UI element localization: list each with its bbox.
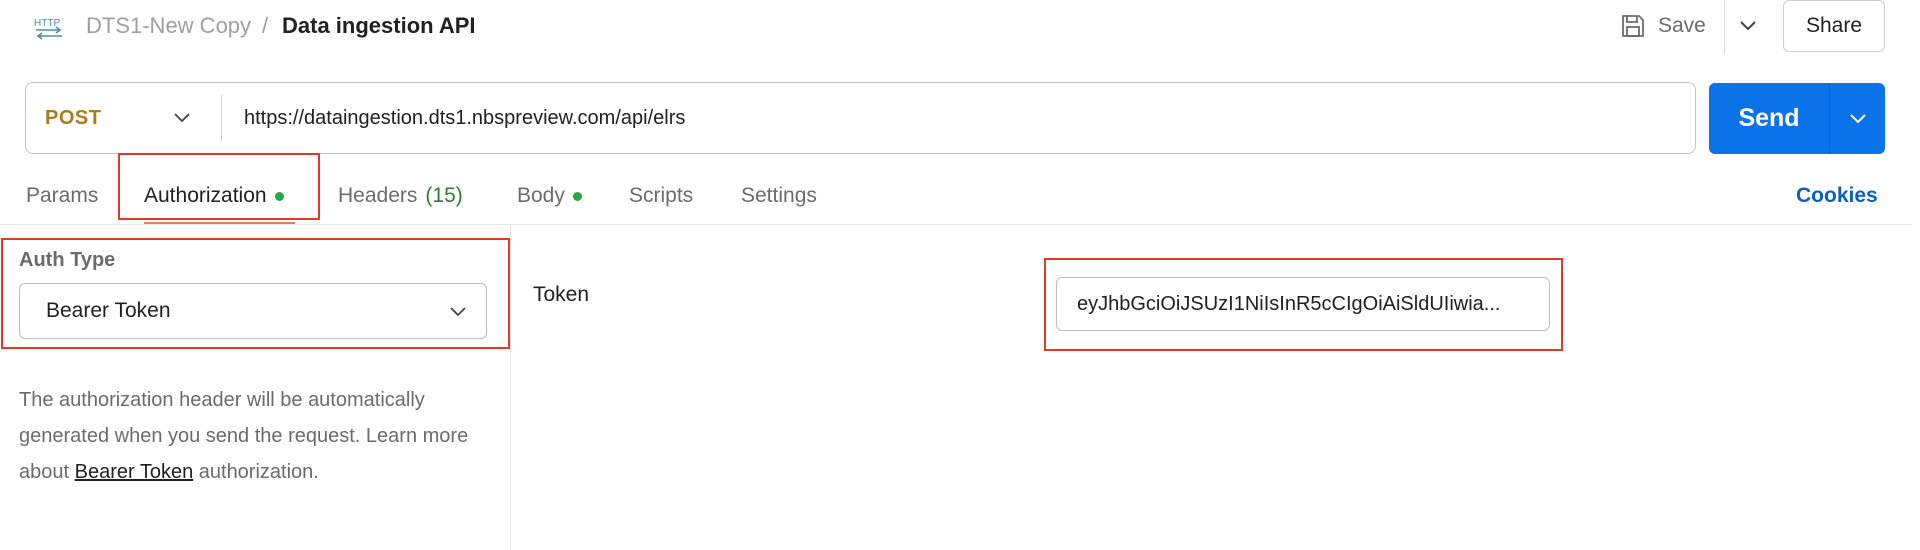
http-icon: HTTP — [34, 18, 62, 40]
method-label: POST — [45, 106, 102, 129]
auth-description: The authorization header will be automat… — [19, 382, 499, 490]
tab-scripts[interactable]: Scripts — [629, 183, 693, 209]
save-label: Save — [1658, 14, 1706, 37]
panel-divider — [510, 225, 511, 550]
status-dot-icon — [274, 191, 284, 201]
status-dot-icon — [572, 191, 582, 201]
tab-label: Authorization — [144, 184, 267, 207]
save-button[interactable]: Save — [1620, 8, 1706, 44]
save-icon — [1622, 15, 1644, 37]
auth-type-select[interactable]: Bearer Token — [19, 283, 487, 339]
tab-authorization[interactable]: Authorization — [144, 183, 284, 209]
chevron-down-icon — [1740, 21, 1756, 31]
tab-label: Scripts — [629, 184, 694, 207]
tab-label: Body — [517, 184, 565, 207]
tab-label: Headers — [338, 184, 418, 207]
method-divider — [221, 95, 222, 141]
tab-headers[interactable]: Headers (15) — [338, 183, 463, 209]
url-input[interactable] — [230, 95, 1708, 141]
share-button[interactable]: Share — [1783, 0, 1885, 52]
send-options-button[interactable] — [1830, 83, 1885, 154]
tab-label: Params — [26, 184, 99, 207]
request-title[interactable]: Data ingestion API — [282, 12, 476, 40]
tab-label: Settings — [741, 184, 817, 207]
tab-settings[interactable]: Settings — [741, 183, 817, 209]
chevron-down-icon — [1849, 113, 1866, 123]
auth-type-label: Auth Type — [19, 249, 116, 271]
token-label: Token — [533, 283, 590, 306]
auth-description-tail: authorization. — [193, 461, 319, 483]
breadcrumb-collection[interactable]: DTS1-New Copy — [86, 12, 251, 40]
chevron-down-icon — [450, 307, 466, 317]
tab-body[interactable]: Body — [517, 183, 582, 209]
headers-count: (15) — [425, 184, 463, 207]
tabs-divider — [0, 224, 1912, 225]
send-button[interactable]: Send — [1709, 83, 1885, 154]
token-input[interactable] — [1056, 277, 1550, 331]
save-divider — [1724, 0, 1725, 54]
breadcrumb-separator: / — [262, 13, 269, 38]
tab-params[interactable]: Params — [26, 183, 98, 209]
auth-type-value: Bearer Token — [46, 299, 171, 322]
cookies-link[interactable]: Cookies — [1796, 183, 1878, 209]
bearer-token-link[interactable]: Bearer Token — [75, 461, 194, 483]
save-options-button[interactable] — [1736, 12, 1760, 40]
chevron-down-icon — [174, 113, 190, 123]
send-label[interactable]: Send — [1709, 83, 1829, 154]
